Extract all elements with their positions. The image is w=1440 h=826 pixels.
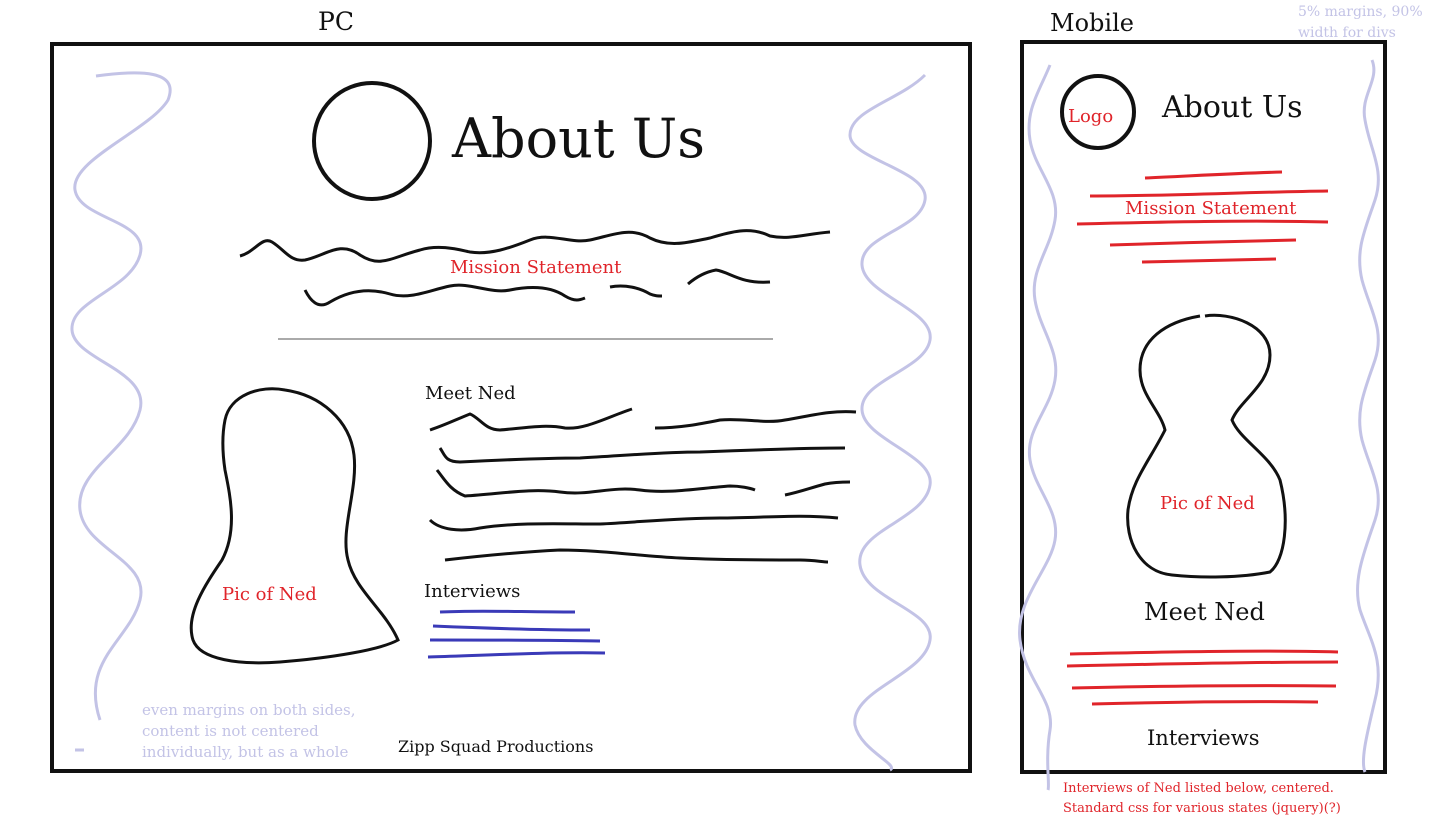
mobile-note-top-1: 5% margins, 90% <box>1298 4 1423 20</box>
pc-logo-circle <box>312 81 432 201</box>
mobile-page-title: About Us <box>1162 90 1303 125</box>
pc-mission-squiggle-4 <box>687 268 771 286</box>
mobile-note-bottom-2: Standard css for various states (jquery)… <box>1063 801 1341 816</box>
pc-note-line-1: even margins on both sides, <box>142 701 356 719</box>
pc-note-line-3: individually, but as a whole <box>142 743 349 761</box>
mobile-mission-line-3 <box>1076 219 1329 226</box>
mobile-right-margin-squiggle <box>1356 59 1380 773</box>
pc-footer: Zipp Squad Productions <box>398 737 594 756</box>
mobile-bio-line-3 <box>1071 684 1337 690</box>
mobile-bio-line-1 <box>1069 649 1339 656</box>
pc-pic-label: Pic of Ned <box>222 584 317 605</box>
pc-interviews-heading: Interviews <box>424 581 521 602</box>
pc-bio-line-4 <box>435 469 756 498</box>
pc-note-line-2: content is not centered <box>142 722 319 740</box>
pc-bio-line-2 <box>654 410 857 430</box>
mobile-heading: Mobile <box>1050 9 1134 37</box>
mobile-mission-line-1 <box>1144 170 1283 180</box>
pc-mission-squiggle-2 <box>303 283 586 307</box>
pc-bio-line-1 <box>429 407 633 432</box>
mobile-note-bottom-1: Interviews of Ned listed below, centered… <box>1063 781 1334 796</box>
pc-meet-ned-heading: Meet Ned <box>425 383 516 404</box>
mobile-mission-line-4 <box>1109 238 1297 247</box>
pc-interview-line-4 <box>427 651 606 659</box>
mobile-pic-blob <box>1126 313 1287 579</box>
mobile-left-margin-squiggle <box>1018 64 1058 791</box>
pc-bio-line-5 <box>784 480 851 497</box>
mobile-mission-line-2 <box>1089 189 1329 198</box>
mobile-mission-line-5 <box>1141 257 1277 264</box>
mobile-logo-label: Logo <box>1068 106 1114 127</box>
mobile-bio-line-4 <box>1091 700 1319 706</box>
wireframe-canvas: PC About Us Mission Statement Meet Ned P… <box>0 0 1440 826</box>
pc-pic-blob <box>189 387 400 665</box>
pc-mission-label: Mission Statement <box>450 257 622 278</box>
pc-bio-line-7 <box>444 548 829 564</box>
mobile-mission-label: Mission Statement <box>1125 198 1297 219</box>
pc-heading: PC <box>318 7 354 36</box>
mobile-note-top-2: width for divs <box>1298 25 1396 41</box>
pc-left-margin-squiggle <box>70 71 172 721</box>
mobile-interviews-heading: Interviews <box>1147 726 1260 750</box>
pc-interview-line-2 <box>432 624 591 632</box>
pc-interview-line-3 <box>429 638 601 643</box>
pc-mission-squiggle-3 <box>609 284 663 298</box>
mobile-pic-label: Pic of Ned <box>1160 493 1255 514</box>
pc-bio-line-6 <box>428 514 839 532</box>
pc-interview-line-1 <box>439 609 576 614</box>
pc-page-title: About Us <box>452 107 705 170</box>
pc-bio-line-3 <box>438 446 846 464</box>
pc-right-margin-squiggle <box>848 73 932 772</box>
mobile-bio-line-2 <box>1066 660 1339 668</box>
mobile-meet-ned-heading: Meet Ned <box>1144 598 1265 626</box>
